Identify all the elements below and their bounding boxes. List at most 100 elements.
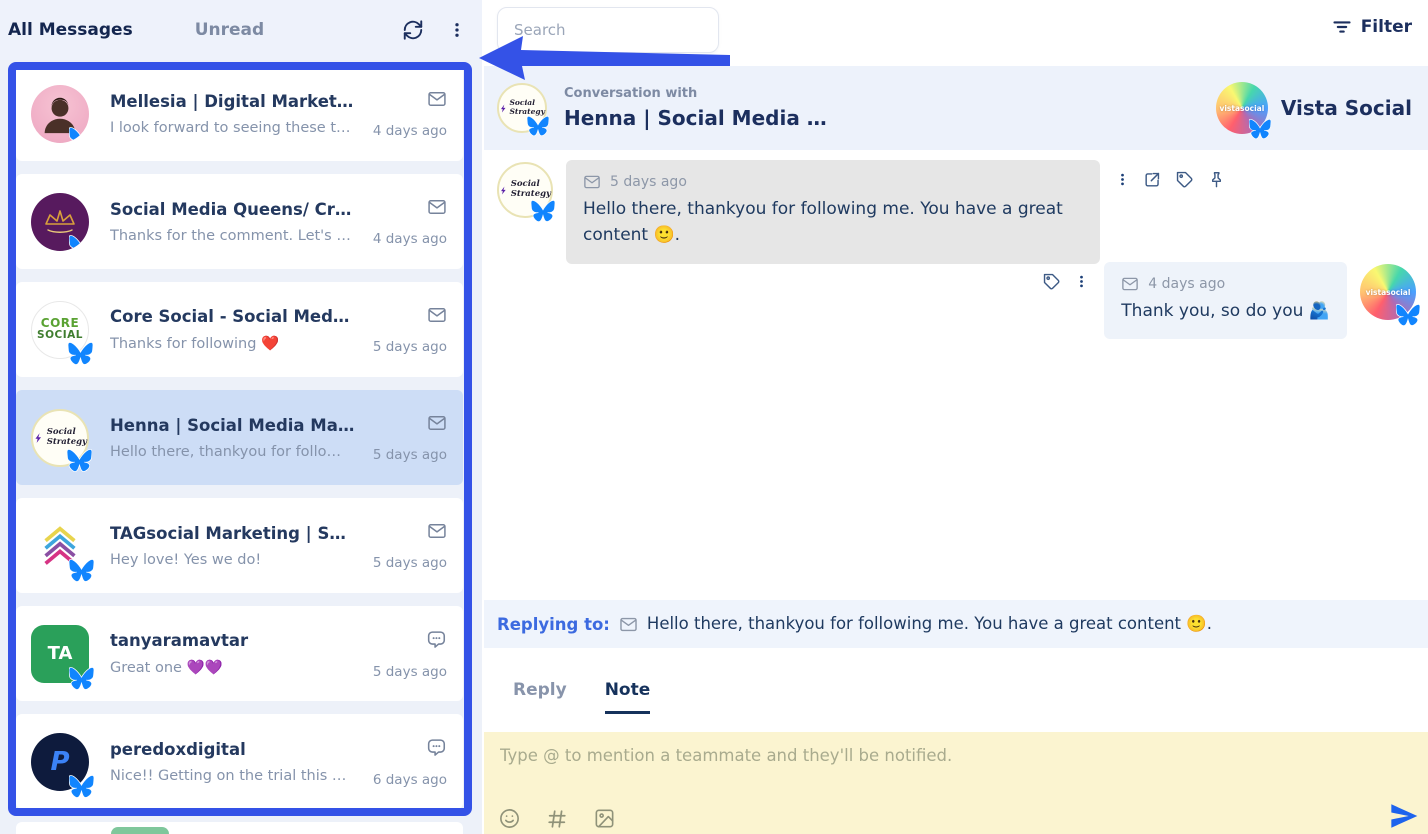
avatar-text: vistasocial [1366,288,1411,297]
direct-message-icon [427,413,447,433]
conversation-panel: Filter SocialStrategy Conversation with … [484,0,1428,834]
attach-image-icon[interactable] [593,807,616,830]
message-thread: SocialStrategy 5 days ago Hello there, t… [484,150,1428,600]
direct-message-icon [427,89,447,109]
avatar-peredoxdigital: P [31,733,89,791]
pin-icon[interactable] [1207,170,1226,189]
bluesky-butterfly-icon [69,774,94,799]
conversation-time: 5 days ago [373,339,447,355]
conversation-time: 5 days ago [373,447,447,463]
conversation-name: Henna | Social Media Mar… [110,416,355,435]
message-bubble: 5 days ago Hello there, thankyou for fol… [566,160,1100,264]
avatar-vista-social: vistasocial [1216,82,1268,134]
avatar-vista-social: vistasocial [1360,264,1416,320]
tab-all-messages[interactable]: All Messages [8,20,133,40]
share-icon[interactable] [1143,170,1162,189]
message-time: 4 days ago [1148,276,1225,292]
conversation-name: peredoxdigital [110,740,355,759]
note-input[interactable] [500,746,1360,790]
conversation-item-core-social[interactable]: CORE SOCIAL Core Social - Social Medi… T… [16,282,463,377]
direct-message-icon [427,305,447,325]
conversation-item-tanyaramavtar[interactable]: TA tanyaramavtar Great one 💜💜 5 days ago [16,606,463,701]
tab-unread[interactable]: Unread [195,20,264,40]
bluesky-butterfly-icon [68,341,93,366]
avatar-social-media-queens [31,193,89,251]
filter-icon [1332,17,1352,37]
bluesky-butterfly-icon [69,234,89,251]
replying-to-label: Replying to: [497,615,610,634]
conversations-sidebar: All Messages Unread Mellesia | Digital M… [0,0,482,834]
direct-message-icon [583,173,601,191]
conversation-time: 4 days ago [373,123,447,139]
avatar-text: CORE [41,317,79,329]
replying-to-bar: Replying to: Hello there, thankyou for f… [484,600,1428,648]
message-more-icon[interactable] [1074,272,1089,291]
conversation-item-partial[interactable] [16,822,463,834]
bluesky-butterfly-icon [1249,118,1271,140]
comment-icon [425,628,447,650]
direct-message-icon [619,615,638,634]
conversation-name: Social Media Queens/ Cre… [110,200,355,219]
vista-social-inbox: All Messages Unread Mellesia | Digital M… [0,0,1428,834]
conversation-time: 6 days ago [373,772,447,788]
conversation-snippet: Hello there, thankyou for follo… [110,444,355,460]
outgoing-message: 4 days ago Thank you, so do you 🫂 vistas… [1042,262,1416,339]
bluesky-butterfly-icon [531,199,556,224]
hashtag-icon[interactable] [546,808,568,830]
avatar-text: TA [48,643,73,664]
bluesky-butterfly-icon [1396,303,1421,328]
avatar-text: P [50,747,69,777]
comment-icon [425,736,447,758]
send-button[interactable] [1388,800,1420,832]
bluesky-butterfly-icon [527,115,549,137]
avatar-text: Social [511,179,540,189]
note-composer [484,732,1428,834]
direct-message-icon [1121,275,1139,293]
incoming-message: SocialStrategy 5 days ago Hello there, t… [497,160,1226,264]
tag-icon[interactable] [1175,170,1194,189]
avatar-core-social: CORE SOCIAL [31,301,89,359]
filter-button[interactable]: Filter [1332,17,1412,37]
avatar-tanyaramavtar: TA [31,625,89,683]
conversation-list: Mellesia | Digital Marketer,… I look for… [16,66,463,809]
conversation-snippet: Great one 💜💜 [110,659,355,676]
avatar-mellesia [31,85,89,143]
conversation-with-label: Conversation with [564,86,827,101]
avatar-tagsocial [31,517,89,575]
message-more-icon[interactable] [1115,170,1130,189]
bluesky-butterfly-icon [69,126,89,143]
avatar-text: Strategy [47,437,87,447]
conversation-title: Henna | Social Media … [564,106,827,130]
conversation-item-peredoxdigital[interactable]: P peredoxdigital Nice!! Getting on the t… [16,714,463,809]
conversation-item-tagsocial[interactable]: TAGsocial Marketing | Soc… Hey love! Yes… [16,498,463,593]
conversation-header: SocialStrategy Conversation with Henna |… [484,66,1428,150]
message-time: 5 days ago [610,174,687,190]
tab-reply[interactable]: Reply [513,680,567,700]
emoji-picker-icon[interactable] [498,807,521,830]
refresh-icon[interactable] [402,19,424,41]
avatar-henna-social-strategy: SocialStrategy [497,83,547,133]
avatar-henna-social-strategy: SocialStrategy [497,162,553,218]
more-options-icon[interactable] [448,19,466,41]
avatar-partial [111,827,169,834]
message-text: Hello there, thankyou for following me. … [583,196,1083,249]
avatar-henna-social-strategy: SocialStrategy [31,409,89,467]
conversation-name: Mellesia | Digital Marketer,… [110,92,355,111]
avatar-text: Social [47,427,76,437]
avatar-text: Strategy [511,189,551,199]
conversation-time: 4 days ago [373,231,447,247]
conversation-snippet: Thanks for following ❤️ [110,335,355,352]
filter-label: Filter [1361,17,1412,37]
tab-note-active[interactable]: Note [605,680,651,714]
replying-to-quote: Hello there, thankyou for following me. … [647,614,1212,634]
bluesky-butterfly-icon [69,666,94,691]
conversation-item-social-media-queens[interactable]: Social Media Queens/ Cre… Thanks for the… [16,174,463,269]
sidebar-header: All Messages Unread [0,0,482,60]
tag-icon[interactable] [1042,272,1061,291]
conversation-name: TAGsocial Marketing | Soc… [110,524,355,543]
conversation-name: tanyaramavtar [110,631,355,650]
conversation-item-henna-selected[interactable]: SocialStrategy Henna | Social Media Mar…… [16,390,463,485]
brand-name: Vista Social [1281,96,1412,120]
search-input[interactable] [497,7,719,53]
conversation-item-mellesia[interactable]: Mellesia | Digital Marketer,… I look for… [16,66,463,161]
